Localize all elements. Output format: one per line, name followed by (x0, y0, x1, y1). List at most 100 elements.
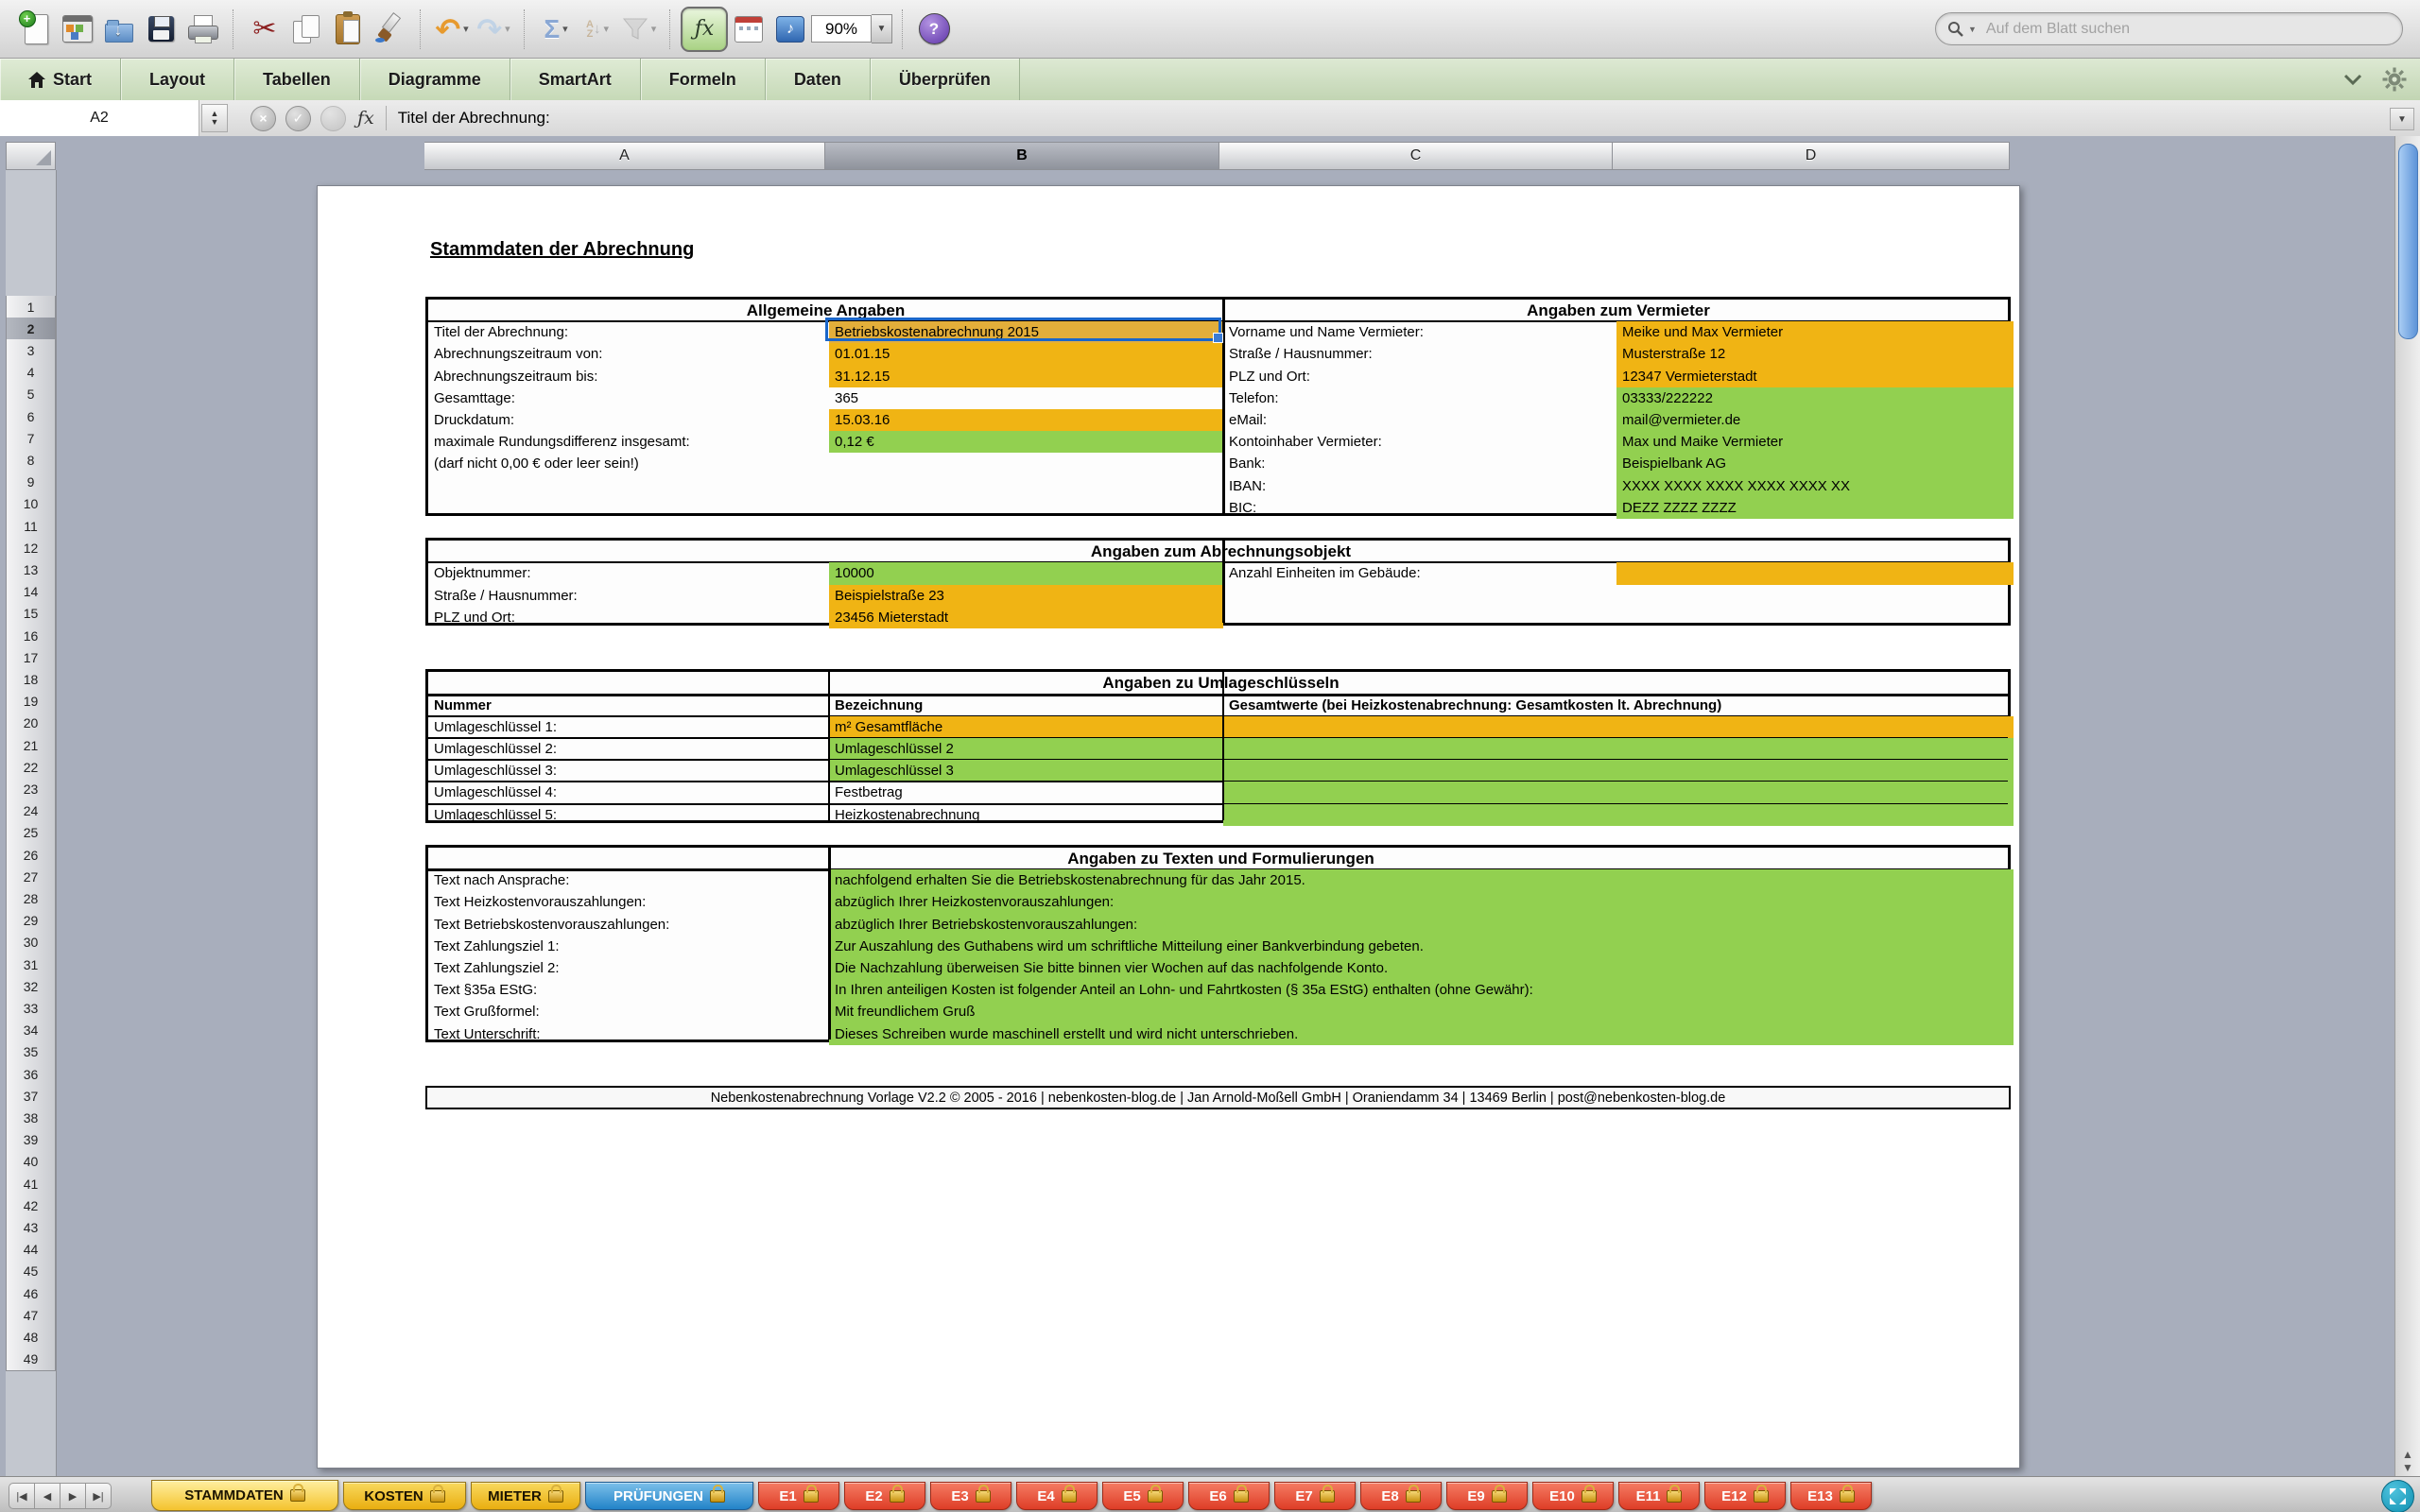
table-cell[interactable]: 15.03.16 (829, 409, 1223, 431)
row-header-3[interactable]: 3 (6, 339, 56, 362)
table-cell[interactable]: XXXX XXXX XXXX XXXX XXXX XX (1616, 475, 2014, 497)
table-cell[interactable]: Umlageschlüssel 3: (428, 760, 829, 782)
selected-cell-outline[interactable] (825, 318, 1221, 341)
ribbon-tab-überprüfen[interactable]: Überprüfen (871, 59, 1020, 100)
open-folder-icon[interactable]: ↓ (98, 7, 140, 52)
table-cell[interactable]: Objektnummer: (428, 562, 829, 584)
table-cell[interactable]: Text Zahlungsziel 2: (428, 957, 829, 979)
table-cell[interactable]: Die Nachzahlung überweisen Sie bitte bin… (829, 957, 2014, 979)
table-cell[interactable] (1223, 760, 2014, 782)
row-header-16[interactable]: 16 (6, 625, 56, 647)
page-title[interactable]: Stammdaten der Abrechnung (430, 239, 694, 261)
scrollbar-thumb[interactable] (2398, 144, 2418, 339)
table-cell[interactable] (1223, 804, 2014, 826)
row-header-7[interactable]: 7 (6, 427, 56, 450)
save-icon[interactable] (140, 7, 182, 52)
row-header-19[interactable]: 19 (6, 691, 56, 713)
ribbon-tab-smartart[interactable]: SmartArt (510, 59, 641, 100)
row-header-31[interactable]: 31 (6, 954, 56, 976)
table-cell[interactable]: maximale Rundungsdifferenz insgesamt: (428, 431, 829, 453)
table-cell[interactable]: nachfolgend erhalten Sie die Betriebskos… (829, 869, 2014, 891)
table-cell[interactable]: Max und Maike Vermieter (1616, 431, 2014, 453)
table-cell[interactable]: Dieses Schreiben wurde maschinell erstel… (829, 1023, 2014, 1045)
table-cell[interactable]: Bezeichnung (829, 695, 1223, 716)
media-browser-icon[interactable]: ♪ (769, 7, 811, 52)
row-header-28[interactable]: 28 (6, 887, 56, 910)
table-cell[interactable]: PLZ und Ort: (428, 607, 829, 628)
select-all-corner[interactable] (6, 142, 56, 170)
row-header-13[interactable]: 13 (6, 558, 56, 581)
row-header-24[interactable]: 24 (6, 800, 56, 823)
table-cell[interactable]: Abrechnungszeitraum von: (428, 343, 829, 365)
sheet-search-field[interactable]: ▼ (1935, 12, 2403, 45)
sheet-tab-e11[interactable]: E11 (1618, 1482, 1700, 1510)
table-cell[interactable]: 03333/222222 (1616, 387, 2014, 409)
row-header-6[interactable]: 6 (6, 405, 56, 428)
row-header-45[interactable]: 45 (6, 1261, 56, 1283)
toolbox-icon[interactable] (728, 7, 769, 52)
table-cell[interactable]: Anzahl Einheiten im Gebäude: (1223, 562, 1616, 584)
sheet-tab-prüfungen[interactable]: PRÜFUNGEN (585, 1482, 753, 1510)
name-box-stepper[interactable]: ▲▼ (201, 104, 228, 132)
row-header-43[interactable]: 43 (6, 1216, 56, 1239)
formula-content[interactable]: Titel der Abrechnung: (398, 109, 550, 128)
table-cell[interactable]: Text nach Ansprache: (428, 869, 829, 891)
zoom-value[interactable]: 90% (811, 15, 872, 43)
table-cell[interactable]: BIC: (1223, 497, 1616, 519)
table-cell[interactable]: Heizkostenabrechnung (829, 804, 1223, 826)
row-header-25[interactable]: 25 (6, 822, 56, 845)
table-cell[interactable]: (darf nicht 0,00 € oder leer sein!) (428, 453, 829, 474)
sheet-footer-bar[interactable]: Nebenkostenabrechnung Vorlage V2.2 © 200… (425, 1086, 2011, 1109)
scrollbar-arrows[interactable]: ▲▼ (2395, 1448, 2420, 1474)
table-cell[interactable]: 31.12.15 (829, 366, 1223, 387)
table-cell[interactable] (1223, 716, 2014, 738)
table-cell[interactable]: abzüglich Ihrer Heizkostenvorauszahlunge… (829, 891, 2014, 913)
table-cell[interactable]: Text §35a EStG: (428, 979, 829, 1001)
table-cell[interactable]: eMail: (1223, 409, 1616, 431)
row-header-32[interactable]: 32 (6, 975, 56, 998)
table-cell[interactable]: Umlageschlüssel 5: (428, 804, 829, 826)
table-cell[interactable]: Titel der Abrechnung: (428, 321, 829, 343)
row-header-30[interactable]: 30 (6, 932, 56, 954)
row-header-9[interactable]: 9 (6, 472, 56, 494)
help-button[interactable]: ? (913, 7, 955, 52)
sheet-tab-kosten[interactable]: KOSTEN (343, 1482, 466, 1510)
table-cell[interactable] (1616, 562, 2014, 584)
table-cell[interactable]: Festbetrag (829, 782, 1223, 803)
copy-icon[interactable] (285, 7, 327, 52)
table-cell[interactable]: Vorname und Name Vermieter: (1223, 321, 1616, 343)
row-header-33[interactable]: 33 (6, 997, 56, 1020)
table-cell[interactable]: 01.01.15 (829, 343, 1223, 365)
sheet-tab-e2[interactable]: E2 (844, 1482, 925, 1510)
table-cell[interactable]: Umlageschlüssel 2 (829, 738, 1223, 760)
sheet-tab-mieter[interactable]: MIETER (471, 1482, 580, 1510)
table-cell[interactable]: Umlageschlüssel 1: (428, 716, 829, 738)
ribbon-tab-start[interactable]: Start (0, 59, 121, 100)
ribbon-tab-layout[interactable]: Layout (121, 59, 234, 100)
zoom-select[interactable]: 90% ▼ (811, 7, 892, 52)
table-cell[interactable]: Gesamttage: (428, 387, 829, 409)
column-header-A[interactable]: A (424, 142, 825, 170)
table-cell[interactable]: DEZZ ZZZZ ZZZZ (1616, 497, 2014, 519)
column-header-B[interactable]: B (825, 142, 1219, 170)
row-header-29[interactable]: 29 (6, 910, 56, 933)
column-header-D[interactable]: D (1613, 142, 2010, 170)
confirm-entry-button[interactable]: ✓ (285, 106, 311, 131)
table-cell[interactable]: Mit freundlichem Gruß (829, 1001, 2014, 1022)
row-header-15[interactable]: 15 (6, 603, 56, 626)
table-cell[interactable]: 23456 Mieterstadt (829, 607, 1223, 628)
ribbon-tab-daten[interactable]: Daten (766, 59, 871, 100)
table-cell[interactable]: 0,12 € (829, 431, 1223, 453)
table-cell[interactable]: Musterstraße 12 (1616, 343, 2014, 365)
row-header-48[interactable]: 48 (6, 1326, 56, 1349)
ribbon-tab-tabellen[interactable]: Tabellen (234, 59, 360, 100)
table-cell[interactable]: Bank: (1223, 453, 1616, 474)
row-header-8[interactable]: 8 (6, 449, 56, 472)
first-sheet-button[interactable]: |◀ (9, 1483, 35, 1509)
table-cell[interactable]: mail@vermieter.de (1616, 409, 2014, 431)
sheet-tab-e1[interactable]: E1 (758, 1482, 839, 1510)
sheet-tab-e5[interactable]: E5 (1102, 1482, 1184, 1510)
table-cell[interactable]: Text Heizkostenvorauszahlungen: (428, 891, 829, 913)
table-cell[interactable]: abzüglich Ihrer Betriebskostenvorauszahl… (829, 914, 2014, 936)
row-header-41[interactable]: 41 (6, 1173, 56, 1195)
